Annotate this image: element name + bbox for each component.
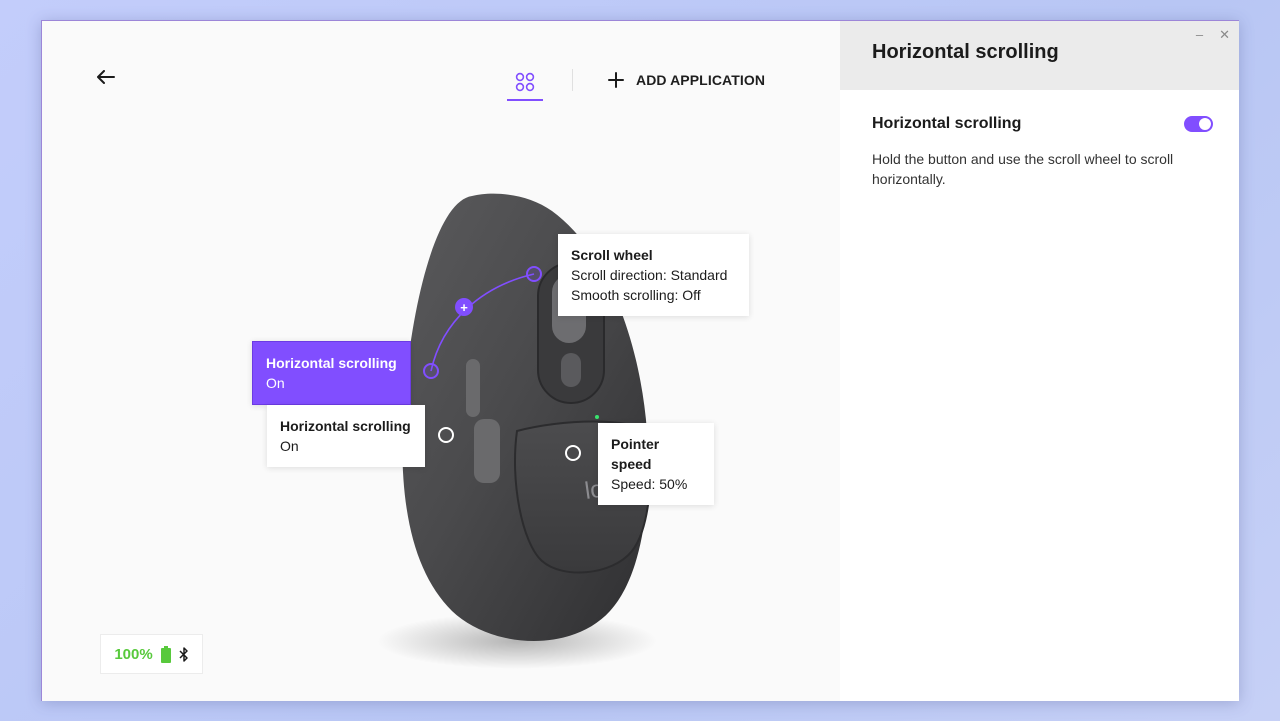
scroll-wheel-hotspot[interactable]	[526, 266, 542, 282]
app-window: ADD APPLICATION + Scroll wheel Scroll di…	[41, 20, 1239, 701]
add-application-label: ADD APPLICATION	[636, 72, 766, 88]
horizontal-scroll-top-state: On	[266, 375, 285, 391]
add-assignment-plus-button[interactable]: +	[455, 298, 473, 316]
bluetooth-icon	[179, 646, 188, 662]
back-button[interactable]	[94, 65, 118, 89]
horizontal-scroll-bottom-hotspot[interactable]	[438, 427, 454, 443]
plus-symbol: +	[460, 299, 468, 315]
pointer-speed-value: Speed: 50%	[611, 476, 688, 492]
toolbar-divider	[572, 69, 573, 91]
pointer-speed-hotspot[interactable]	[565, 445, 581, 461]
battery-status: 100%	[100, 634, 203, 674]
horizontal-scroll-top-title: Horizontal scrolling	[266, 355, 397, 371]
device-canvas: ADD APPLICATION + Scroll wheel Scroll di…	[42, 21, 840, 701]
smooth-scrolling-value: Smooth scrolling: Off	[571, 287, 701, 303]
horizontal-scrolling-toggle[interactable]	[1184, 116, 1213, 132]
scroll-wheel-title: Scroll wheel	[571, 247, 653, 263]
arrow-left-icon	[97, 70, 115, 84]
panel-header: Horizontal scrolling	[840, 21, 1239, 90]
plus-icon	[608, 72, 624, 88]
scroll-direction-value: Scroll direction: Standard	[571, 267, 728, 283]
pointer-speed-callout[interactable]: Pointer speed Speed: 50%	[598, 423, 714, 505]
setting-title: Horizontal scrolling	[872, 115, 1022, 132]
horizontal-scroll-top-callout[interactable]: Horizontal scrolling On	[252, 341, 411, 405]
add-application-button[interactable]: ADD APPLICATION	[608, 68, 765, 92]
scroll-wheel-callout[interactable]: Scroll wheel Scroll direction: Standard …	[558, 234, 749, 316]
horizontal-scroll-bottom-state: On	[280, 438, 299, 454]
settings-panel: Horizontal scrolling – ✕ Horizontal scro…	[840, 21, 1239, 701]
four-circles-grid-icon	[515, 72, 535, 92]
battery-full-icon	[160, 645, 171, 663]
setting-description: Hold the button and use the scroll wheel…	[872, 151, 1174, 187]
horizontal-scroll-top-hotspot[interactable]	[423, 363, 439, 379]
pointer-speed-title: Pointer speed	[611, 436, 660, 472]
close-button[interactable]: ✕	[1219, 27, 1230, 43]
tab-applications-grid[interactable]	[507, 65, 543, 101]
window-controls: – ✕	[1196, 27, 1230, 43]
toggle-knob	[1199, 118, 1211, 130]
panel-title: Horizontal scrolling	[872, 41, 1059, 63]
horizontal-scroll-bottom-title: Horizontal scrolling	[280, 418, 411, 434]
horizontal-scrolling-setting: Horizontal scrolling	[872, 115, 1213, 133]
battery-level: 100%	[114, 645, 153, 663]
horizontal-scroll-bottom-callout[interactable]: Horizontal scrolling On	[267, 405, 425, 467]
minimize-button[interactable]: –	[1196, 27, 1203, 43]
